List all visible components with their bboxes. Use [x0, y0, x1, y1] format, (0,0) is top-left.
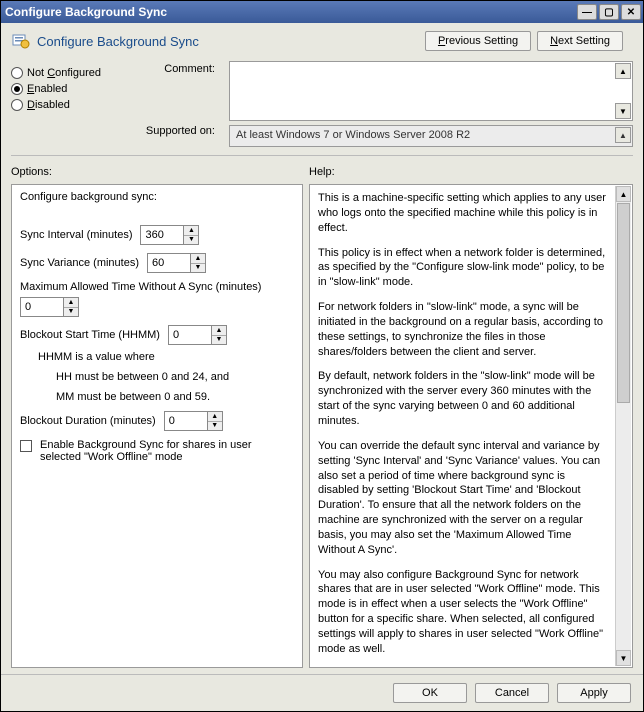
- page-title: Configure Background Sync: [37, 34, 425, 49]
- max-allowed-input[interactable]: [21, 298, 63, 316]
- help-text: This policy is in effect when a network …: [318, 246, 608, 291]
- dialog-footer: OK Cancel Apply: [1, 674, 643, 711]
- previous-setting-button[interactable]: Previous Setting: [425, 31, 531, 51]
- blockout-start-label: Blockout Start Time (HHMM): [20, 329, 160, 341]
- sync-interval-input[interactable]: [141, 226, 183, 244]
- sync-variance-input[interactable]: [148, 254, 190, 272]
- blockout-duration-spinner[interactable]: ▲▼: [164, 411, 223, 431]
- sync-variance-label: Sync Variance (minutes): [20, 257, 139, 269]
- supported-on-label: Supported on:: [139, 125, 215, 137]
- minimize-button[interactable]: —: [577, 4, 597, 20]
- sync-interval-label: Sync Interval (minutes): [20, 229, 132, 241]
- spin-up-icon[interactable]: ▲: [64, 298, 78, 308]
- help-text: For network folders in "slow-link" mode,…: [318, 300, 608, 359]
- help-text: If you disable this setting or do not co…: [318, 667, 608, 668]
- spin-up-icon[interactable]: ▲: [191, 254, 205, 264]
- scroll-thumb[interactable]: [617, 203, 630, 403]
- apply-button[interactable]: Apply: [557, 683, 631, 703]
- spin-down-icon[interactable]: ▼: [191, 264, 205, 273]
- spin-up-icon[interactable]: ▲: [212, 326, 226, 336]
- spin-down-icon[interactable]: ▼: [212, 336, 226, 345]
- help-text: You may also configure Background Sync f…: [318, 568, 608, 657]
- comment-textarea[interactable]: ▲ ▼: [229, 61, 633, 121]
- blockout-duration-input[interactable]: [165, 412, 207, 430]
- help-text: You can override the default sync interv…: [318, 439, 608, 558]
- scroll-up-icon[interactable]: ▲: [615, 63, 631, 79]
- cancel-button[interactable]: Cancel: [475, 683, 549, 703]
- radio-icon: [11, 67, 23, 79]
- enable-offline-checkbox[interactable]: [20, 440, 32, 452]
- blockout-duration-label: Blockout Duration (minutes): [20, 415, 156, 427]
- radio-icon: [11, 99, 23, 111]
- scrollbar[interactable]: ▲ ▼: [615, 186, 631, 666]
- scroll-down-icon[interactable]: ▼: [615, 103, 631, 119]
- blockout-start-spinner[interactable]: ▲▼: [168, 325, 227, 345]
- spin-up-icon[interactable]: ▲: [184, 226, 198, 236]
- options-label: Options:: [11, 166, 303, 178]
- scroll-down-icon[interactable]: ▼: [616, 650, 631, 666]
- hh-rule: HH must be between 0 and 24, and: [56, 371, 294, 383]
- help-pane: This is a machine-specific setting which…: [309, 184, 633, 668]
- scroll-up-icon[interactable]: ▲: [615, 127, 631, 143]
- enable-offline-label: Enable Background Sync for shares in use…: [40, 439, 294, 463]
- ok-button[interactable]: OK: [393, 683, 467, 703]
- help-text: This is a machine-specific setting which…: [318, 191, 608, 236]
- radio-icon: [11, 83, 23, 95]
- sync-interval-spinner[interactable]: ▲▼: [140, 225, 199, 245]
- gpo-dialog: Configure Background Sync — ▢ ✕ Configur…: [0, 0, 644, 712]
- mm-rule: MM must be between 0 and 59.: [56, 391, 294, 403]
- spin-down-icon[interactable]: ▼: [184, 236, 198, 245]
- spin-down-icon[interactable]: ▼: [64, 308, 78, 317]
- policy-icon: [11, 31, 31, 51]
- spin-down-icon[interactable]: ▼: [208, 422, 222, 431]
- radio-not-configured[interactable]: Not Configured: [11, 67, 131, 79]
- supported-on-field: At least Windows 7 or Windows Server 200…: [229, 125, 633, 147]
- sync-variance-spinner[interactable]: ▲▼: [147, 253, 206, 273]
- supported-on-value: At least Windows 7 or Windows Server 200…: [236, 129, 470, 141]
- options-section-title: Configure background sync:: [20, 191, 294, 203]
- spin-up-icon[interactable]: ▲: [208, 412, 222, 422]
- radio-disabled[interactable]: Disabled: [11, 99, 131, 111]
- help-label: Help:: [309, 166, 633, 178]
- radio-enabled[interactable]: Enabled: [11, 83, 131, 95]
- comment-label: Comment:: [139, 63, 215, 75]
- hhmm-intro: HHMM is a value where: [38, 351, 294, 363]
- max-allowed-spinner[interactable]: ▲▼: [20, 297, 79, 317]
- maximize-button[interactable]: ▢: [599, 4, 619, 20]
- scroll-up-icon[interactable]: ▲: [616, 186, 631, 202]
- window-title: Configure Background Sync: [5, 5, 577, 19]
- help-text: By default, network folders in the "slow…: [318, 369, 608, 428]
- blockout-start-input[interactable]: [169, 326, 211, 344]
- titlebar: Configure Background Sync — ▢ ✕: [1, 1, 643, 23]
- divider: [11, 155, 633, 156]
- next-setting-button[interactable]: Next Setting: [537, 31, 623, 51]
- close-button[interactable]: ✕: [621, 4, 641, 20]
- options-pane: Configure background sync: Sync Interval…: [11, 184, 303, 668]
- max-allowed-label: Maximum Allowed Time Without A Sync (min…: [20, 281, 294, 293]
